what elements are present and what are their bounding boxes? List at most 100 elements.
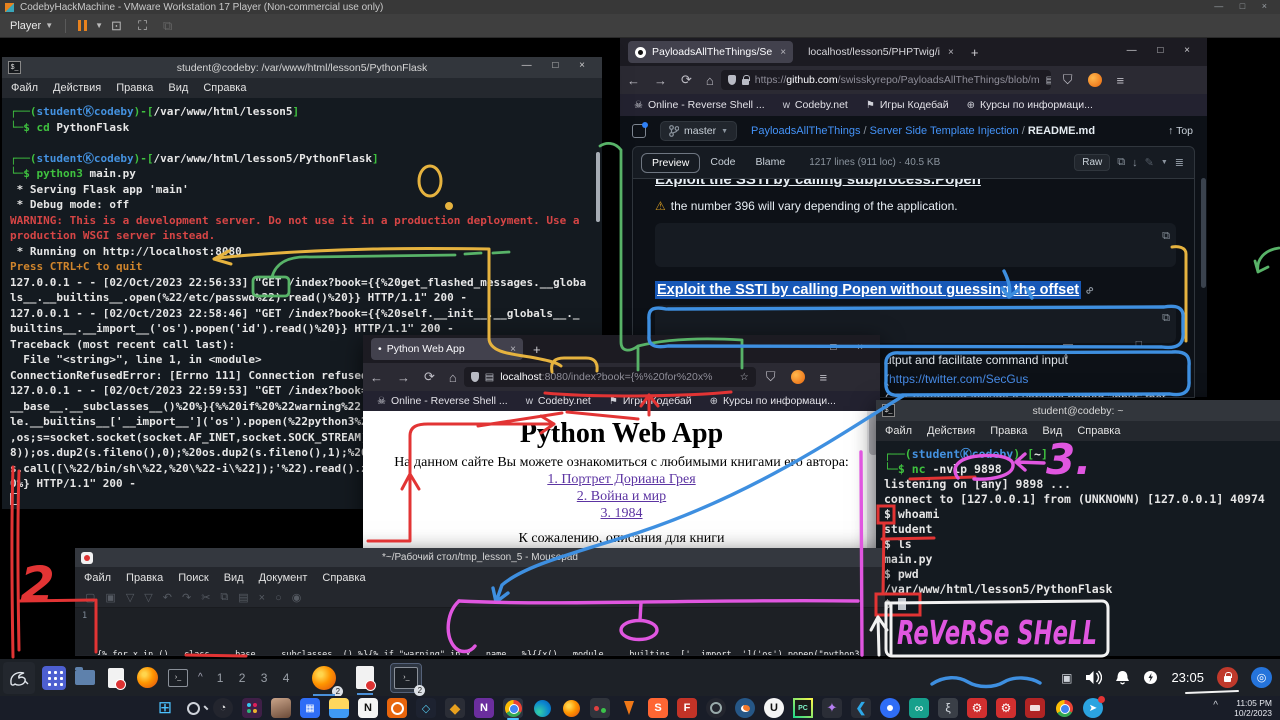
ring-app-icon[interactable] [706, 698, 726, 718]
save-as-icon[interactable]: ▽ [144, 591, 152, 604]
red-gear-icon-1[interactable]: ⚙ [967, 698, 987, 718]
blender-icon[interactable] [735, 698, 755, 718]
vmware-icon[interactable]: ◆ [445, 698, 465, 718]
unreal-icon[interactable]: U [764, 698, 784, 718]
menu-item[interactable]: Действия [53, 82, 101, 94]
oo-app-icon[interactable]: ∞ [909, 698, 929, 718]
open-app-firefox[interactable]: 2 [309, 663, 339, 693]
copy-icon[interactable]: ⧉ [220, 591, 228, 604]
code-block-subclasses[interactable]: ⧉ {{''.__class__.mro()[1].__subclasses__… [655, 223, 1176, 267]
tab-blame[interactable]: Blame [745, 153, 795, 173]
edit-pencil-icon[interactable]: ✎ [1145, 156, 1154, 169]
start-icon[interactable]: ⊞ [155, 698, 175, 718]
app-grid-icon[interactable] [42, 666, 66, 690]
copy-code-icon[interactable]: ⧉ [1162, 227, 1170, 244]
terminal-scrollbar[interactable] [596, 152, 600, 222]
url-bar[interactable]: https://github.com/swisskyrepo/PayloadsA… [721, 70, 1051, 90]
windows-clock[interactable]: 11:05 PM 10/2/2023 [1234, 698, 1272, 718]
url-bar[interactable]: ▤ localhost:8080/index?book={%%20for%20x… [464, 367, 756, 387]
tab-python-web-app[interactable]: • Python Web App × [371, 338, 523, 360]
carrot-icon[interactable] [619, 698, 639, 718]
breadcrumb-repo[interactable]: PayloadsAllTheThings [751, 125, 860, 137]
mousepad-editor[interactable]: 1 {% for x in ().__class__.__base__.__su… [75, 608, 885, 655]
redo-icon[interactable]: ↷ [182, 591, 191, 604]
menu-item[interactable]: Вид [168, 82, 188, 94]
session-indicator-icon[interactable]: ◎ [1251, 667, 1272, 688]
bookmark-reverse-shell[interactable]: ☠Online - Reverse Shell ... [377, 395, 508, 407]
search-icon[interactable] [184, 698, 204, 718]
menu-item[interactable]: Документ [259, 572, 308, 584]
firefox-account-icon[interactable] [1088, 73, 1102, 87]
pocket-shield-icon[interactable]: ⛉ [1063, 72, 1073, 88]
menu-item[interactable]: Справка [203, 82, 246, 94]
breadcrumb-folder[interactable]: Server Side Template Injection [870, 125, 1019, 137]
branch-selector[interactable]: master ▼ [660, 121, 737, 141]
tab-close-icon[interactable]: × [780, 47, 786, 58]
tab-close-icon[interactable]: × [510, 344, 516, 355]
shield-icon[interactable] [728, 75, 736, 85]
player-menu[interactable]: Player [10, 20, 41, 32]
onenote-icon[interactable]: N [474, 698, 494, 718]
close-doc-icon[interactable]: × [259, 592, 265, 604]
reload-icon[interactable]: ⟳ [424, 369, 435, 385]
save-icon[interactable]: ▽ [126, 591, 134, 604]
red-gear-icon-2[interactable]: ⚙ [996, 698, 1016, 718]
forward-icon[interactable]: → [654, 73, 667, 88]
speedtest-icon[interactable]: ◔ [213, 698, 233, 718]
open-app-mousepad[interactable] [353, 663, 377, 692]
menu-item[interactable]: Правка [990, 425, 1027, 437]
link-anchor-icon[interactable]: ∞ [1081, 282, 1097, 298]
file-explorer-icon[interactable] [329, 698, 349, 718]
visual-studio-icon[interactable]: ✦ [822, 698, 842, 718]
virtualbox-icon[interactable]: ◇ [416, 698, 436, 718]
notion-icon[interactable]: N [358, 698, 378, 718]
pin-app-icon[interactable] [880, 698, 900, 718]
chrome-icon[interactable] [503, 698, 523, 718]
menu-item[interactable]: Правка [126, 572, 163, 584]
find-replace-icon[interactable]: ◉ [292, 591, 302, 604]
insomnia-icon[interactable] [387, 698, 407, 718]
kali-tray-icon[interactable]: ξ [938, 698, 958, 718]
raw-button[interactable]: Raw [1074, 154, 1110, 171]
copy-code-icon[interactable]: ⧉ [1162, 309, 1170, 326]
back-icon[interactable]: ← [370, 370, 383, 385]
burp-icon[interactable]: S [648, 698, 668, 718]
pycharm-icon[interactable]: PC [793, 698, 813, 718]
github-scrollbar[interactable] [1201, 178, 1206, 288]
menu-item[interactable]: Действия [927, 425, 975, 437]
volume-icon[interactable] [1085, 670, 1102, 685]
chrome-icon-2[interactable] [1054, 698, 1074, 718]
tab-payloadsallthethings[interactable]: PayloadsAllTheThings/Se × [628, 41, 793, 63]
tab-localhost-phptwig[interactable]: localhost/lesson5/PHPTwig/i × [801, 41, 961, 63]
twitter-link[interactable]: https://twitter.com/SecGus [889, 372, 1028, 386]
terminal-flask-titlebar[interactable]: $_ student@codeby: /var/www/html/lesson5… [2, 57, 602, 78]
windows-system-tray[interactable]: ^ [1213, 700, 1218, 711]
photos-app-icon[interactable] [271, 698, 291, 718]
fullscreen-icon[interactable]: ⛶ [138, 18, 147, 34]
copy-icon[interactable]: ⧉ [1117, 156, 1125, 169]
menu-item[interactable]: Вид [1042, 425, 1062, 437]
download-icon[interactable]: ↓ [1132, 157, 1138, 169]
window-controls[interactable]: — □ × [800, 342, 872, 353]
bookmark-reverse-shell[interactable]: ☠Online - Reverse Shell ... [634, 99, 765, 111]
bookmark-star-icon[interactable]: ☆ [740, 372, 749, 383]
menu-item[interactable]: Файл [84, 572, 111, 584]
bookmark-codeby[interactable]: wCodeby.net [783, 99, 848, 111]
virtual-window-icon[interactable]: ▣ [1061, 671, 1072, 685]
tab-code[interactable]: Code [700, 153, 745, 173]
book-link-3[interactable]: 3. 1984 [363, 505, 880, 522]
hamburger-menu-icon[interactable]: ≡ [820, 370, 828, 385]
menu-item[interactable]: Справка [322, 572, 365, 584]
screen-lock-icon[interactable] [1217, 667, 1238, 688]
cut-icon[interactable]: ✂ [201, 591, 210, 604]
menu-item[interactable]: Правка [116, 82, 153, 94]
suspend-vm-icon[interactable] [78, 20, 87, 31]
terminal-nc-titlebar[interactable]: $_ student@codeby: ~ [876, 400, 1280, 421]
bookmark-codeby[interactable]: wCodeby.net [526, 395, 591, 407]
reload-icon[interactable]: ⟳ [681, 72, 692, 88]
new-tab-button[interactable]: + [971, 45, 979, 60]
find-icon[interactable]: ○ [275, 592, 282, 604]
reader-mode-icon[interactable]: ▤ [1046, 75, 1051, 86]
window-controls[interactable]: — □ × [522, 60, 594, 71]
outline-icon[interactable]: ≣ [1175, 156, 1184, 169]
